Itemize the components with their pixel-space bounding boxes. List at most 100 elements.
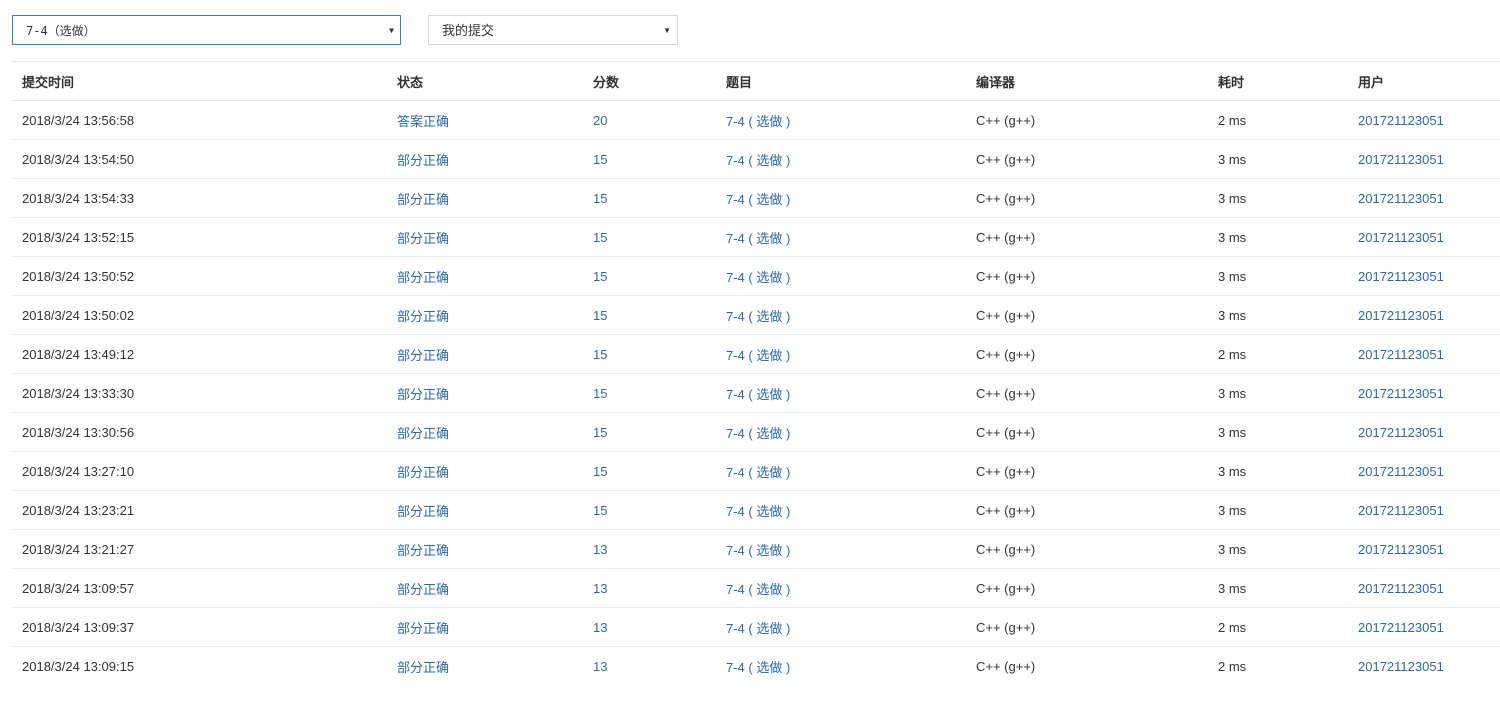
cell-status[interactable]: 部分正确 [397,348,449,363]
table-cell: 15 [583,373,716,413]
table-cell: 2018/3/24 13:49:12 [12,334,387,374]
cell-problem-link[interactable]: 7-4 ( 选做 ) [726,543,790,558]
cell-submit-time: 2018/3/24 13:09:15 [22,658,135,674]
cell-status[interactable]: 部分正确 [397,426,449,441]
cell-problem-link[interactable]: 7-4 ( 选做 ) [726,387,790,402]
cell-status[interactable]: 部分正确 [397,231,449,246]
cell-user-link[interactable]: 201721123051 [1358,659,1444,674]
cell-user-link[interactable]: 201721123051 [1358,191,1444,206]
cell-submit-time: 2018/3/24 13:50:52 [22,268,135,284]
cell-compiler: C++ (g++) [976,112,1036,128]
cell-time-cost: 2 ms [1218,658,1247,674]
cell-submit-time: 2018/3/24 13:33:30 [22,385,135,401]
cell-status[interactable]: 部分正确 [397,582,449,597]
cell-status[interactable]: 部分正确 [397,192,449,207]
cell-status[interactable]: 部分正确 [397,270,449,285]
table-cell: 部分正确 [387,451,583,491]
cell-problem-link[interactable]: 7-4 ( 选做 ) [726,504,790,519]
table-row: 2018/3/24 13:21:27 部分正确 13 7-4 ( 选做 ) C++ (g… [12,529,1500,569]
table-cell: 2 ms [1208,647,1348,686]
header-user: 用户 [1348,61,1500,101]
table-cell: 15 [583,334,716,374]
cell-user-link[interactable]: 201721123051 [1358,542,1444,557]
cell-user-link[interactable]: 201721123051 [1358,425,1444,440]
table-cell: 7-4 ( 选做 ) [716,568,966,608]
cell-problem-link[interactable]: 7-4 ( 选做 ) [726,153,790,168]
table-cell: 部分正确 [387,139,583,179]
table-cell: 3 ms [1208,256,1348,296]
table-cell: 15 [583,295,716,335]
cell-user-link[interactable]: 201721123051 [1358,464,1444,479]
cell-problem-link[interactable]: 7-4 ( 选做 ) [726,192,790,207]
cell-submit-time: 2018/3/24 13:27:10 [22,463,135,479]
header-compiler: 编译器 [966,61,1208,101]
problem-select[interactable]: 7-4（选做） ▼ [12,15,401,45]
cell-status[interactable]: 部分正确 [397,387,449,402]
cell-user-link[interactable]: 201721123051 [1358,230,1444,245]
table-cell: 201721123051 [1348,334,1500,374]
cell-time-cost: 3 ms [1218,151,1247,167]
cell-time-cost: 3 ms [1218,268,1247,284]
table-cell: 201721123051 [1348,490,1500,530]
cell-submit-time: 2018/3/24 13:09:57 [22,580,135,596]
table-cell: 201721123051 [1348,139,1500,179]
cell-problem-link[interactable]: 7-4 ( 选做 ) [726,621,790,636]
cell-user-link[interactable]: 201721123051 [1358,386,1444,401]
table-row: 2018/3/24 13:56:58 答案正确 20 7-4 ( 选做 ) C++ (g… [12,100,1500,140]
table-cell: 201721123051 [1348,451,1500,491]
cell-user-link[interactable]: 201721123051 [1358,581,1444,596]
table-cell: 201721123051 [1348,217,1500,257]
cell-score: 13 [593,541,608,557]
cell-problem-link[interactable]: 7-4 ( 选做 ) [726,660,790,675]
cell-status[interactable]: 部分正确 [397,309,449,324]
cell-problem-link[interactable]: 7-4 ( 选做 ) [726,582,790,597]
cell-problem-link[interactable]: 7-4 ( 选做 ) [726,114,790,129]
table-cell: 7-4 ( 选做 ) [716,529,966,569]
table-row: 2018/3/24 13:54:33 部分正确 15 7-4 ( 选做 ) C++ (g… [12,178,1500,218]
cell-status[interactable]: 部分正确 [397,621,449,636]
cell-user-link[interactable]: 201721123051 [1358,347,1444,362]
cell-score: 13 [593,658,608,674]
table-cell: 部分正确 [387,607,583,647]
cell-user-link[interactable]: 201721123051 [1358,269,1444,284]
table-cell: 3 ms [1208,412,1348,452]
table-cell: C++ (g++) [966,100,1208,140]
table-row: 2018/3/24 13:23:21 部分正确 15 7-4 ( 选做 ) C++ (g… [12,490,1500,530]
cell-time-cost: 3 ms [1218,190,1247,206]
scope-select[interactable]: 我的提交 ▼ [428,15,678,45]
table-cell: 2018/3/24 13:09:37 [12,607,387,647]
table-cell: 7-4 ( 选做 ) [716,451,966,491]
table-cell: 7-4 ( 选做 ) [716,295,966,335]
cell-problem-link[interactable]: 7-4 ( 选做 ) [726,348,790,363]
table-cell: 201721123051 [1348,373,1500,413]
table-row: 2018/3/24 13:30:56 部分正确 15 7-4 ( 选做 ) C++ (g… [12,412,1500,452]
table-cell: 15 [583,217,716,257]
cell-submit-time: 2018/3/24 13:49:12 [22,346,135,362]
table-cell: 13 [583,529,716,569]
cell-time-cost: 3 ms [1218,229,1247,245]
cell-user-link[interactable]: 201721123051 [1358,152,1444,167]
table-cell: C++ (g++) [966,217,1208,257]
cell-status[interactable]: 部分正确 [397,153,449,168]
cell-problem-link[interactable]: 7-4 ( 选做 ) [726,426,790,441]
cell-problem-link[interactable]: 7-4 ( 选做 ) [726,270,790,285]
cell-status[interactable]: 部分正确 [397,504,449,519]
cell-submit-time: 2018/3/24 13:54:33 [22,190,135,206]
cell-user-link[interactable]: 201721123051 [1358,503,1444,518]
table-cell: 部分正确 [387,178,583,218]
cell-status[interactable]: 答案正确 [397,114,449,129]
table-cell: 13 [583,647,716,686]
cell-problem-link[interactable]: 7-4 ( 选做 ) [726,309,790,324]
table-cell: C++ (g++) [966,451,1208,491]
cell-status[interactable]: 部分正确 [397,465,449,480]
cell-problem-link[interactable]: 7-4 ( 选做 ) [726,465,790,480]
cell-user-link[interactable]: 201721123051 [1358,620,1444,635]
cell-status[interactable]: 部分正确 [397,543,449,558]
table-cell: 2018/3/24 13:52:15 [12,217,387,257]
cell-status[interactable]: 部分正确 [397,660,449,675]
cell-problem-link[interactable]: 7-4 ( 选做 ) [726,231,790,246]
table-cell: C++ (g++) [966,607,1208,647]
cell-user-link[interactable]: 201721123051 [1358,113,1444,128]
table-cell: 15 [583,412,716,452]
cell-user-link[interactable]: 201721123051 [1358,308,1444,323]
